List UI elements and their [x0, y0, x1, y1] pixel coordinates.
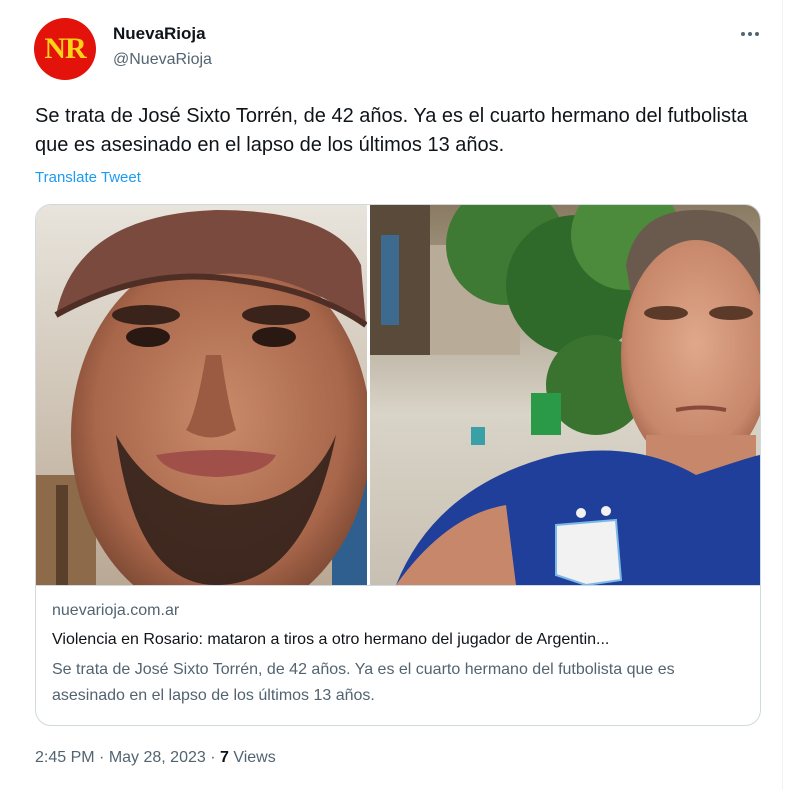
card-title[interactable]: Violencia en Rosario: mataron a tiros a … [52, 631, 752, 649]
translate-tweet-link[interactable]: Translate Tweet [35, 169, 141, 186]
card-image[interactable] [36, 205, 760, 586]
tweet-text: Se trata de José Sixto Torrén, de 42 año… [35, 105, 748, 156]
right-photo [370, 205, 760, 585]
views-count: 7 [219, 749, 229, 766]
tweet-metadata: 2:45 PM · May 28, 2023 · 7 Views [35, 749, 276, 767]
tweet-time[interactable]: 2:45 PM [35, 749, 95, 766]
author-handle[interactable]: @NuevaRioja [113, 51, 212, 69]
author-display-name[interactable]: NuevaRioja [113, 24, 206, 44]
tweet-date[interactable]: May 28, 2023 [109, 749, 206, 766]
more-horizontal-icon [741, 32, 745, 36]
meta-separator: · [205, 749, 220, 766]
link-preview-card[interactable]: nuevarioja.com.ar Violencia en Rosario: … [35, 204, 761, 726]
author-avatar[interactable]: NR [34, 18, 96, 80]
card-description: Se trata de José Sixto Torrén, de 42 año… [52, 661, 675, 704]
views-label: Views [233, 749, 276, 766]
more-options-button[interactable] [736, 22, 764, 46]
card-domain: nuevarioja.com.ar [52, 602, 180, 619]
tweet-article: NR NuevaRioja @NuevaRioja Se trata de Jo… [0, 0, 783, 790]
left-photo [36, 205, 371, 585]
avatar-logo-text: NR [44, 32, 86, 65]
meta-separator: · [94, 749, 109, 766]
